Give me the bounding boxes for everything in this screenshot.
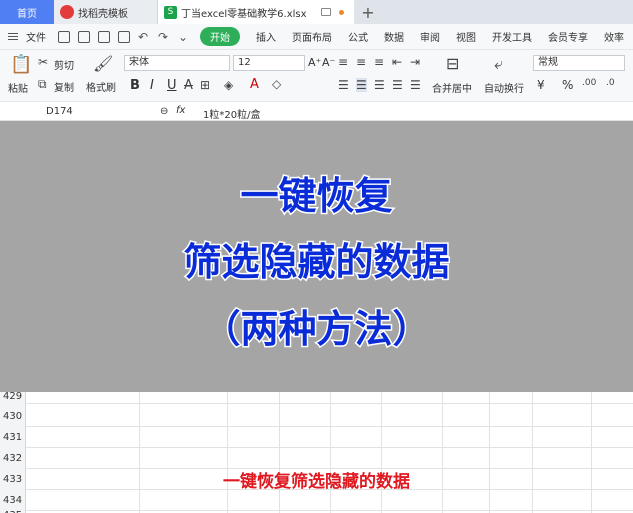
menu-start[interactable]: 开始	[200, 27, 240, 46]
font-color-icon[interactable]: A	[250, 77, 259, 92]
decrease-decimal-icon[interactable]: .0	[606, 78, 615, 88]
menu-developer[interactable]: 开发工具	[484, 29, 540, 44]
tab-template[interactable]: 找稻壳模板	[54, 0, 158, 24]
font-grow-button[interactable]: A⁺	[308, 56, 321, 69]
tab-home-label: 首页	[17, 8, 37, 20]
overlay-title-line2: 筛选隐藏的数据	[182, 239, 451, 286]
indent-decrease-icon[interactable]: ⇤	[392, 55, 402, 69]
undo-icon[interactable]: ↶	[138, 31, 150, 43]
cell-reference[interactable]: D174	[46, 106, 73, 117]
formula-input[interactable]: 1粒*20粒/盒	[203, 106, 260, 121]
align-middle-icon[interactable]: ≡	[356, 55, 366, 69]
overlay-title-line3: （两种方法）	[201, 306, 432, 353]
align-top-icon[interactable]: ≡	[338, 55, 348, 69]
menu-review[interactable]: 审阅	[412, 29, 448, 44]
hamburger-icon[interactable]	[8, 33, 24, 40]
ribbon: 📋 粘贴 ✂ 剪切 ⧉ 复制 🖌 格式刷 宋体 12 A⁺ A⁻ B I U A…	[0, 50, 633, 102]
customize-icon[interactable]: ⌄	[178, 31, 190, 43]
print-preview-icon[interactable]	[118, 30, 130, 43]
indent-increase-icon[interactable]: ⇥	[410, 55, 420, 69]
new-tab-button[interactable]: +	[354, 0, 382, 24]
export-icon[interactable]	[98, 30, 110, 43]
spreadsheet-window: 首页 找稻壳模板 S 丁当excel零基础教学6.xlsx + 文件 ↶ ↷ ⌄…	[0, 0, 633, 513]
redo-icon[interactable]: ↷	[158, 31, 170, 43]
italic-button[interactable]: I	[150, 78, 154, 93]
menu-formulas[interactable]: 公式	[340, 29, 376, 44]
row-number[interactable]: 430	[0, 411, 26, 422]
tab-file[interactable]: S 丁当excel零基础教学6.xlsx	[158, 0, 354, 24]
distributed-icon[interactable]: ☰	[410, 78, 421, 92]
menu-insert[interactable]: 插入	[248, 29, 284, 44]
number-format-select[interactable]: 常规	[533, 55, 625, 71]
font-name-select[interactable]: 宋体	[124, 55, 230, 71]
align-right-icon[interactable]: ☰	[374, 78, 385, 92]
align-left-icon[interactable]: ☰	[338, 78, 349, 92]
copy-icon[interactable]: ⧉	[38, 77, 47, 92]
print-icon[interactable]	[78, 30, 90, 43]
clear-format-icon[interactable]: ◇	[272, 77, 281, 91]
align-bottom-icon[interactable]: ≡	[374, 55, 384, 69]
row-number[interactable]: 431	[0, 432, 26, 443]
menu-data[interactable]: 数据	[376, 29, 412, 44]
monitor-icon[interactable]	[320, 8, 331, 16]
menu-view[interactable]: 视图	[448, 29, 484, 44]
menu-file[interactable]: 文件	[24, 29, 54, 44]
currency-button[interactable]: ¥	[537, 78, 545, 92]
fx-icon[interactable]: fx	[176, 105, 185, 116]
format-painter-button[interactable]: 格式刷	[86, 79, 116, 94]
menu-efficiency[interactable]: 效率	[596, 29, 632, 44]
merge-icon[interactable]: ⊟	[446, 54, 459, 73]
docer-logo-icon	[60, 5, 74, 19]
fill-color-icon[interactable]: ◈	[224, 78, 233, 92]
menu-member[interactable]: 会员专享	[540, 29, 596, 44]
spreadsheet-icon: S	[164, 5, 177, 19]
row-number[interactable]: 429	[0, 391, 26, 402]
increase-decimal-icon[interactable]: .00	[582, 78, 596, 88]
save-icon[interactable]	[58, 30, 70, 43]
align-center-icon[interactable]: ☰	[356, 78, 367, 92]
wrap-text-button[interactable]: 自动换行	[484, 80, 524, 95]
menu-page-layout[interactable]: 页面布局	[284, 29, 340, 44]
merge-button[interactable]: 合并居中	[432, 80, 472, 95]
bold-button[interactable]: B	[130, 78, 140, 93]
formula-bar: D174 ⊖ fx 1粒*20粒/盒	[0, 103, 633, 121]
tab-file-label: 丁当excel零基础教学6.xlsx	[181, 8, 307, 20]
plus-icon: +	[361, 2, 375, 22]
zoom-icon[interactable]: ⊖	[160, 106, 168, 117]
menu-bar: 文件 ↶ ↷ ⌄ 开始 插入 页面布局 公式 数据 审阅 视图 开发工具 会员专…	[0, 24, 633, 50]
font-shrink-button[interactable]: A⁻	[322, 56, 335, 69]
copy-button[interactable]: 复制	[54, 79, 74, 94]
justify-icon[interactable]: ☰	[392, 78, 403, 92]
scissors-icon[interactable]: ✂	[38, 55, 48, 69]
strikethrough-icon[interactable]: A	[184, 78, 193, 93]
caption-subtitle: 一键恢复筛选隐藏的数据	[223, 472, 410, 492]
cut-button[interactable]: 剪切	[54, 57, 74, 72]
underline-button[interactable]: U	[167, 78, 177, 93]
font-size-select[interactable]: 12	[233, 55, 305, 71]
paste-button[interactable]: 粘贴	[8, 80, 28, 95]
title-overlay: 一键恢复 筛选隐藏的数据 （两种方法）	[0, 121, 633, 392]
row-number[interactable]: 432	[0, 453, 26, 464]
paste-icon[interactable]: 📋	[10, 54, 32, 75]
format-painter-icon[interactable]: 🖌	[93, 54, 113, 73]
tab-template-label: 找稻壳模板	[78, 8, 128, 20]
row-number[interactable]: 434	[0, 495, 26, 506]
percent-button[interactable]: %	[562, 78, 573, 92]
overlay-title-line1: 一键恢复	[239, 173, 394, 220]
border-icon[interactable]: ⊞	[200, 78, 210, 92]
tab-bar: 首页 找稻壳模板 S 丁当excel零基础教学6.xlsx +	[0, 0, 633, 24]
wrap-icon[interactable]: ⤶	[494, 54, 503, 74]
tab-home[interactable]: 首页	[0, 0, 54, 24]
unsaved-dot-icon	[338, 9, 344, 15]
